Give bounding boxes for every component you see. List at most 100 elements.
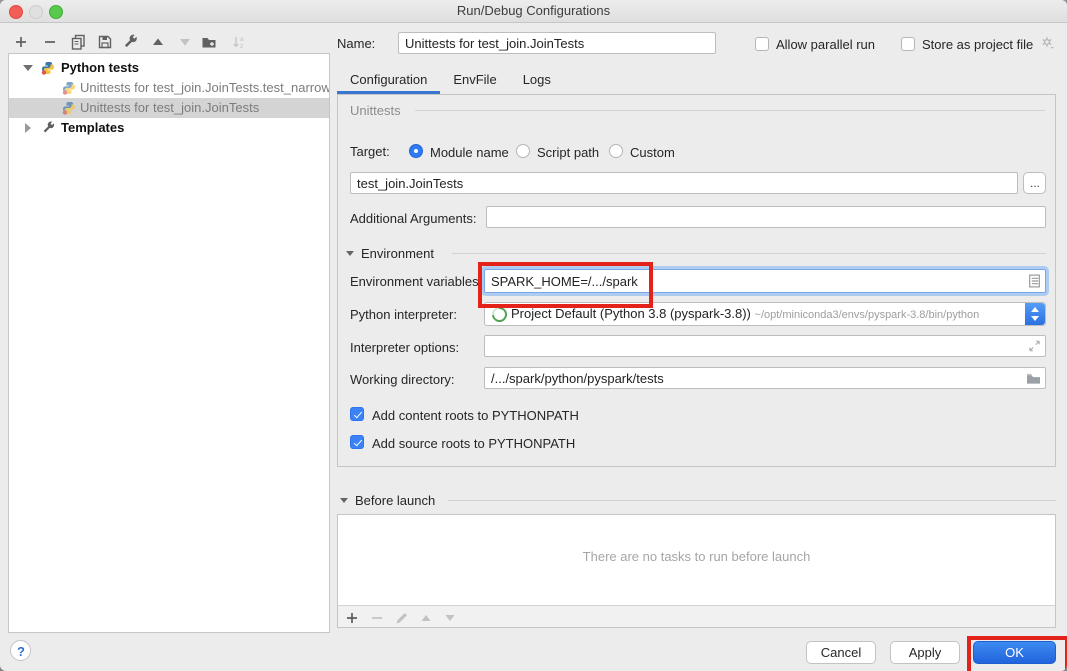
add-configuration-button[interactable] xyxy=(11,32,31,52)
minus-icon xyxy=(42,34,58,50)
group-divider xyxy=(415,110,1045,111)
target-custom-label: Custom xyxy=(630,145,675,160)
ok-button[interactable]: OK xyxy=(973,641,1056,664)
remove-task-button[interactable] xyxy=(367,608,387,628)
apply-button[interactable]: Apply xyxy=(890,641,960,664)
run-debug-configurations-dialog: Run/Debug Configurations az P xyxy=(0,0,1067,671)
python-interpreter-path: ~/opt/miniconda3/envs/pyspark-3.8/bin/py… xyxy=(755,309,980,321)
allow-parallel-run-label: Allow parallel run xyxy=(776,37,875,52)
tree-item-unittests-jointests-selected[interactable]: Unittests for test_join.JoinTests xyxy=(9,98,329,118)
configurations-tree: Python tests Unittests for test_join.Joi… xyxy=(8,53,330,633)
add-source-roots-label: Add source roots to PYTHONPATH xyxy=(372,436,575,451)
target-label: Target: xyxy=(350,144,390,159)
python-interpreter-label: Python interpreter: xyxy=(350,307,457,322)
move-task-up-button[interactable] xyxy=(416,608,436,628)
tab-logs[interactable]: Logs xyxy=(510,66,564,94)
arrow-down-icon xyxy=(177,34,193,50)
python-test-icon xyxy=(62,81,76,95)
tab-envfile[interactable]: EnvFile xyxy=(440,66,509,94)
svg-text:z: z xyxy=(240,43,243,50)
environment-variables-field xyxy=(484,269,1046,293)
arrow-up-icon xyxy=(150,34,166,50)
before-launch-tasks-panel: There are no tasks to run before launch xyxy=(337,514,1056,628)
help-button[interactable]: ? xyxy=(10,640,31,661)
tree-item-python-tests[interactable]: Python tests xyxy=(9,58,329,78)
environment-collapse-icon[interactable] xyxy=(346,251,354,256)
sort-az-icon: az xyxy=(231,34,247,50)
tree-item-label: Unittests for test_join.JoinTests xyxy=(80,98,259,118)
tab-configuration[interactable]: Configuration xyxy=(337,66,440,94)
chevron-down-icon[interactable] xyxy=(23,65,33,71)
before-launch-empty-text: There are no tasks to run before launch xyxy=(338,549,1055,564)
pencil-icon xyxy=(394,610,410,626)
target-custom-radio[interactable] xyxy=(609,144,623,158)
interpreter-options-field xyxy=(484,335,1046,357)
tree-item-label: Templates xyxy=(61,118,124,138)
add-task-button[interactable] xyxy=(342,608,362,628)
move-task-down-button[interactable] xyxy=(440,608,460,628)
interpreter-options-label: Interpreter options: xyxy=(350,340,459,355)
dropdown-stepper-icon[interactable] xyxy=(1025,303,1045,325)
arrow-up-icon xyxy=(418,610,434,626)
tree-item-templates[interactable]: Templates xyxy=(9,118,329,138)
tab-label: EnvFile xyxy=(453,72,496,87)
plus-icon xyxy=(344,610,360,626)
edit-templates-button[interactable] xyxy=(121,32,141,52)
arrow-down-icon xyxy=(442,610,458,626)
wrench-icon xyxy=(123,34,139,50)
edit-variables-list-icon[interactable] xyxy=(1028,274,1041,289)
chevron-right-icon[interactable] xyxy=(25,123,31,133)
python-interpreter-select[interactable]: Project Default (Python 3.8 (pyspark-3.8… xyxy=(484,302,1046,326)
templates-wrench-icon xyxy=(42,121,56,135)
additional-arguments-input[interactable] xyxy=(486,206,1046,228)
browse-module-button[interactable]: ... xyxy=(1023,172,1046,194)
interpreter-options-input[interactable] xyxy=(485,336,1045,356)
name-input[interactable] xyxy=(398,32,716,54)
title-bar: Run/Debug Configurations xyxy=(0,0,1067,23)
configuration-tabs: Configuration EnvFile Logs xyxy=(337,66,564,94)
save-icon xyxy=(97,34,113,50)
remove-configuration-button[interactable] xyxy=(40,32,60,52)
sort-configurations-button[interactable]: az xyxy=(229,32,249,52)
svg-text:a: a xyxy=(240,36,244,43)
move-down-button[interactable] xyxy=(175,32,195,52)
expand-field-icon[interactable] xyxy=(1028,340,1041,353)
python-interpreter-value: Project Default (Python 3.8 (pyspark-3.8… xyxy=(511,306,979,321)
before-launch-collapse-icon[interactable] xyxy=(340,498,348,503)
store-settings-gear-icon[interactable] xyxy=(1040,35,1056,51)
module-name-input[interactable] xyxy=(350,172,1018,194)
store-as-project-file-label: Store as project file xyxy=(922,37,1033,52)
browse-folder-icon[interactable] xyxy=(1026,372,1041,385)
additional-arguments-label: Additional Arguments: xyxy=(350,211,476,226)
edit-task-button[interactable] xyxy=(392,608,412,628)
add-content-roots-checkbox[interactable] xyxy=(350,407,364,421)
window-title: Run/Debug Configurations xyxy=(0,3,1067,18)
copy-icon xyxy=(70,34,86,50)
environment-variables-input[interactable] xyxy=(485,270,1045,292)
target-module-name-radio[interactable] xyxy=(409,144,423,158)
target-script-path-radio[interactable] xyxy=(516,144,530,158)
tree-item-label: Python tests xyxy=(61,58,139,78)
copy-configuration-button[interactable] xyxy=(68,32,88,52)
tab-label: Configuration xyxy=(350,72,427,87)
working-directory-field xyxy=(484,367,1046,389)
minus-icon xyxy=(369,610,385,626)
tree-item-unittests-test-narrow[interactable]: Unittests for test_join.JoinTests.test_n… xyxy=(9,78,329,98)
tree-item-label: Unittests for test_join.JoinTests.test_n… xyxy=(80,78,329,98)
add-content-roots-label: Add content roots to PYTHONPATH xyxy=(372,408,579,423)
working-directory-label: Working directory: xyxy=(350,372,455,387)
new-folder-button[interactable] xyxy=(199,32,219,52)
allow-parallel-run-checkbox[interactable] xyxy=(755,37,769,51)
environment-section-label: Environment xyxy=(361,246,434,261)
save-configuration-button[interactable] xyxy=(95,32,115,52)
tab-label: Logs xyxy=(523,72,551,87)
working-directory-input[interactable] xyxy=(485,368,1045,388)
target-module-name-label: Module name xyxy=(430,145,509,160)
name-label: Name: xyxy=(337,36,375,51)
cancel-button[interactable]: Cancel xyxy=(806,641,876,664)
move-up-button[interactable] xyxy=(148,32,168,52)
store-as-project-file-checkbox[interactable] xyxy=(901,37,915,51)
add-source-roots-checkbox[interactable] xyxy=(350,435,364,449)
python-tests-icon xyxy=(41,61,55,75)
before-launch-section-label: Before launch xyxy=(355,493,435,508)
